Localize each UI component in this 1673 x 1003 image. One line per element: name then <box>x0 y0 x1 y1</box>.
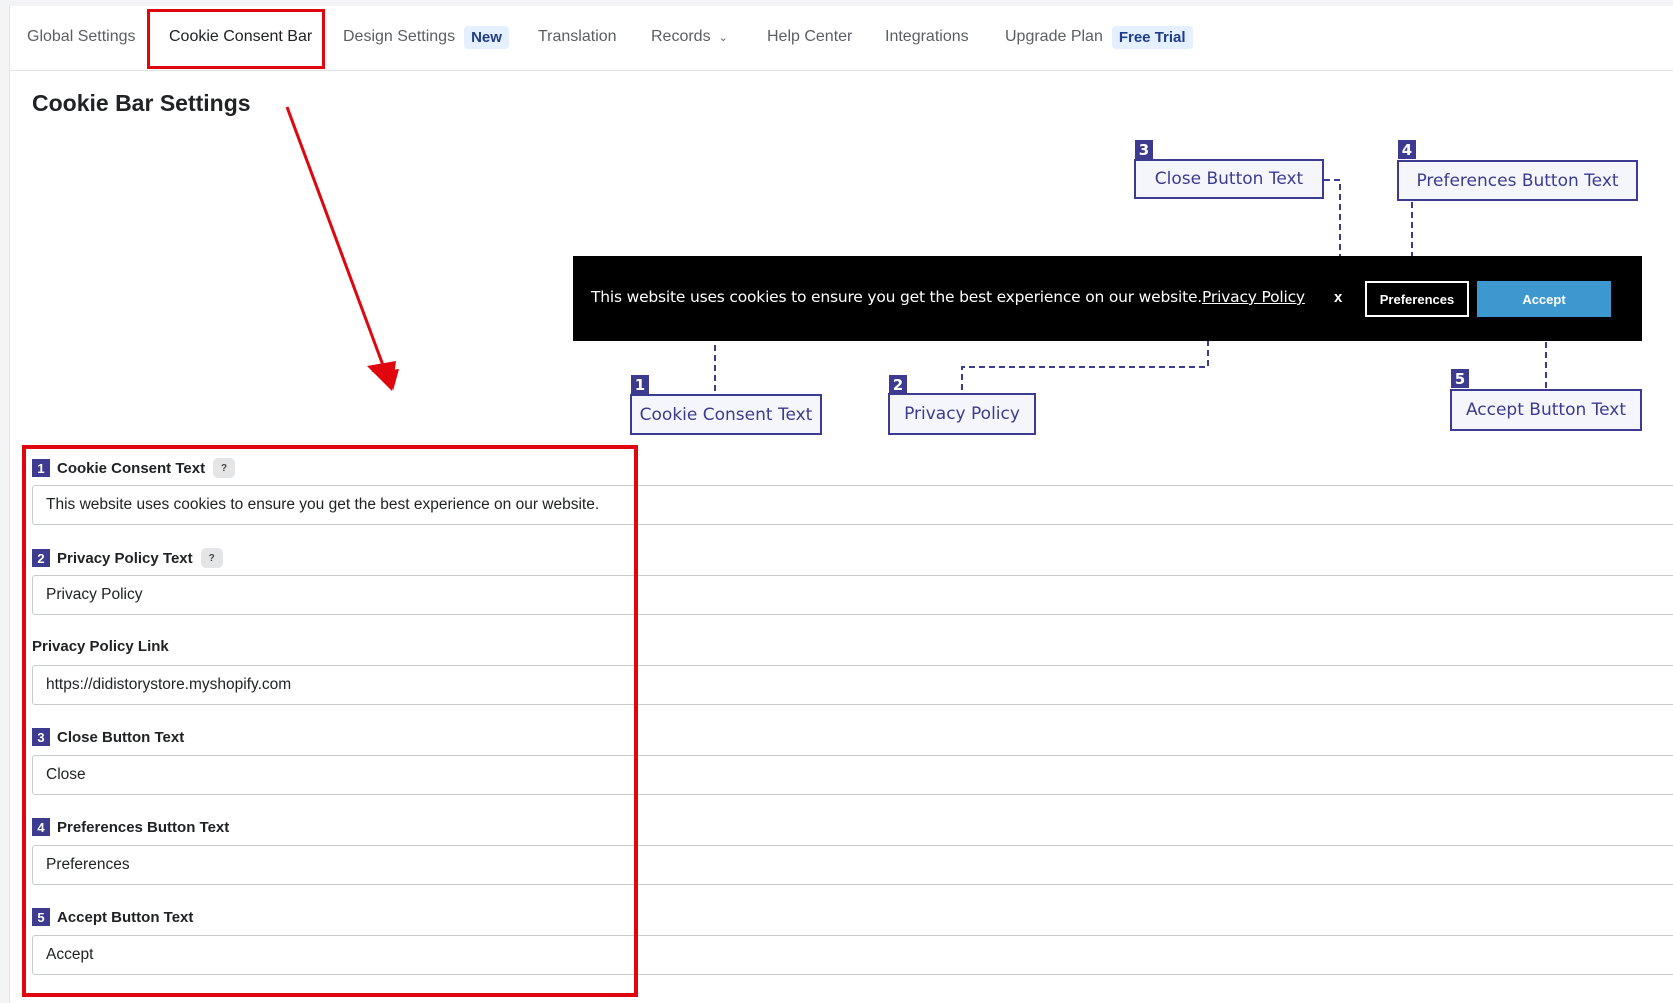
preferences-button-text-input[interactable] <box>32 845 1673 885</box>
tab-upgrade-plan[interactable]: Upgrade Plan Free Trial <box>1005 6 1193 68</box>
label-text: Cookie Consent Text <box>57 459 206 477</box>
label-text: Privacy Policy Link <box>32 638 169 655</box>
callout-number-5: 5 <box>1451 369 1469 388</box>
tab-translation[interactable]: Translation <box>538 6 617 68</box>
callout-number-4: 4 <box>1398 140 1416 159</box>
tab-label: Translation <box>538 28 617 45</box>
accept-button-text-input[interactable] <box>32 935 1673 975</box>
callout-privacy-policy: Privacy Policy <box>888 393 1036 435</box>
tab-help-center[interactable]: Help Center <box>767 6 852 68</box>
help-icon[interactable]: ? <box>200 548 223 568</box>
label-text: Accept Button Text <box>57 908 194 926</box>
tab-bar: Global Settings Cookie Consent Bar Desig… <box>9 6 1673 71</box>
tab-label: Integrations <box>885 28 969 45</box>
field-label-accept-button-text: 5 Accept Button Text <box>32 908 193 926</box>
chevron-down-icon: ⌄ <box>718 31 728 44</box>
label-number: 4 <box>32 818 50 836</box>
close-button-text-input[interactable] <box>32 755 1673 795</box>
callout-number-2: 2 <box>889 375 907 394</box>
field-label-preferences-button-text: 4 Preferences Button Text <box>32 818 229 836</box>
preview-preferences-button: Preferences <box>1365 281 1469 317</box>
field-label-cookie-consent-text: 1 Cookie Consent Text ? <box>32 458 236 478</box>
tab-records[interactable]: Records ⌄ <box>651 6 728 68</box>
privacy-policy-link-input[interactable] <box>32 665 1673 705</box>
tab-global-settings[interactable]: Global Settings <box>27 6 136 68</box>
tab-design-settings[interactable]: Design Settings New <box>343 6 509 68</box>
label-number: 1 <box>32 459 50 477</box>
tab-cookie-consent-bar[interactable]: Cookie Consent Bar <box>169 6 312 68</box>
callout-accept-button-text: Accept Button Text <box>1450 389 1642 431</box>
tab-label: Help Center <box>767 28 853 45</box>
field-label-privacy-policy-link: Privacy Policy Link <box>32 638 169 655</box>
tab-label: Upgrade Plan <box>1005 28 1103 45</box>
callout-number-1: 1 <box>631 375 649 394</box>
privacy-policy-text-input[interactable] <box>32 575 1673 615</box>
preview-privacy-link: Privacy Policy <box>1202 288 1305 306</box>
callout-number-3: 3 <box>1135 140 1153 159</box>
label-text: Privacy Policy Text <box>57 549 193 567</box>
callout-close-button-text: Close Button Text <box>1134 159 1324 199</box>
tab-label: Design Settings <box>343 28 456 45</box>
field-label-privacy-policy-text: 2 Privacy Policy Text ? <box>32 548 223 568</box>
tab-label: Cookie Consent Bar <box>169 28 313 45</box>
preview-text: This website uses cookies to ensure you … <box>591 288 1203 306</box>
label-text: Close Button Text <box>57 728 185 746</box>
label-number: 5 <box>32 908 50 926</box>
callout-cookie-consent-text: Cookie Consent Text <box>630 394 822 435</box>
label-number: 3 <box>32 728 50 746</box>
field-label-close-button-text: 3 Close Button Text <box>32 728 184 746</box>
label-number: 2 <box>32 549 50 567</box>
help-icon[interactable]: ? <box>213 458 236 478</box>
preview-consent-text: This website uses cookies to ensure you … <box>591 288 1305 306</box>
preview-close-icon: x <box>1334 289 1343 306</box>
cookie-consent-text-input[interactable] <box>32 485 1673 525</box>
tab-integrations[interactable]: Integrations <box>885 6 969 68</box>
new-badge: New <box>464 25 509 49</box>
callout-preferences-button-text: Preferences Button Text <box>1397 160 1638 201</box>
preview-accept-button: Accept <box>1477 281 1611 317</box>
tab-label: Records <box>651 28 711 45</box>
label-text: Preferences Button Text <box>57 818 230 836</box>
free-trial-badge: Free Trial <box>1111 25 1193 49</box>
tab-label: Global Settings <box>27 28 136 45</box>
page-title: Cookie Bar Settings <box>32 90 251 116</box>
